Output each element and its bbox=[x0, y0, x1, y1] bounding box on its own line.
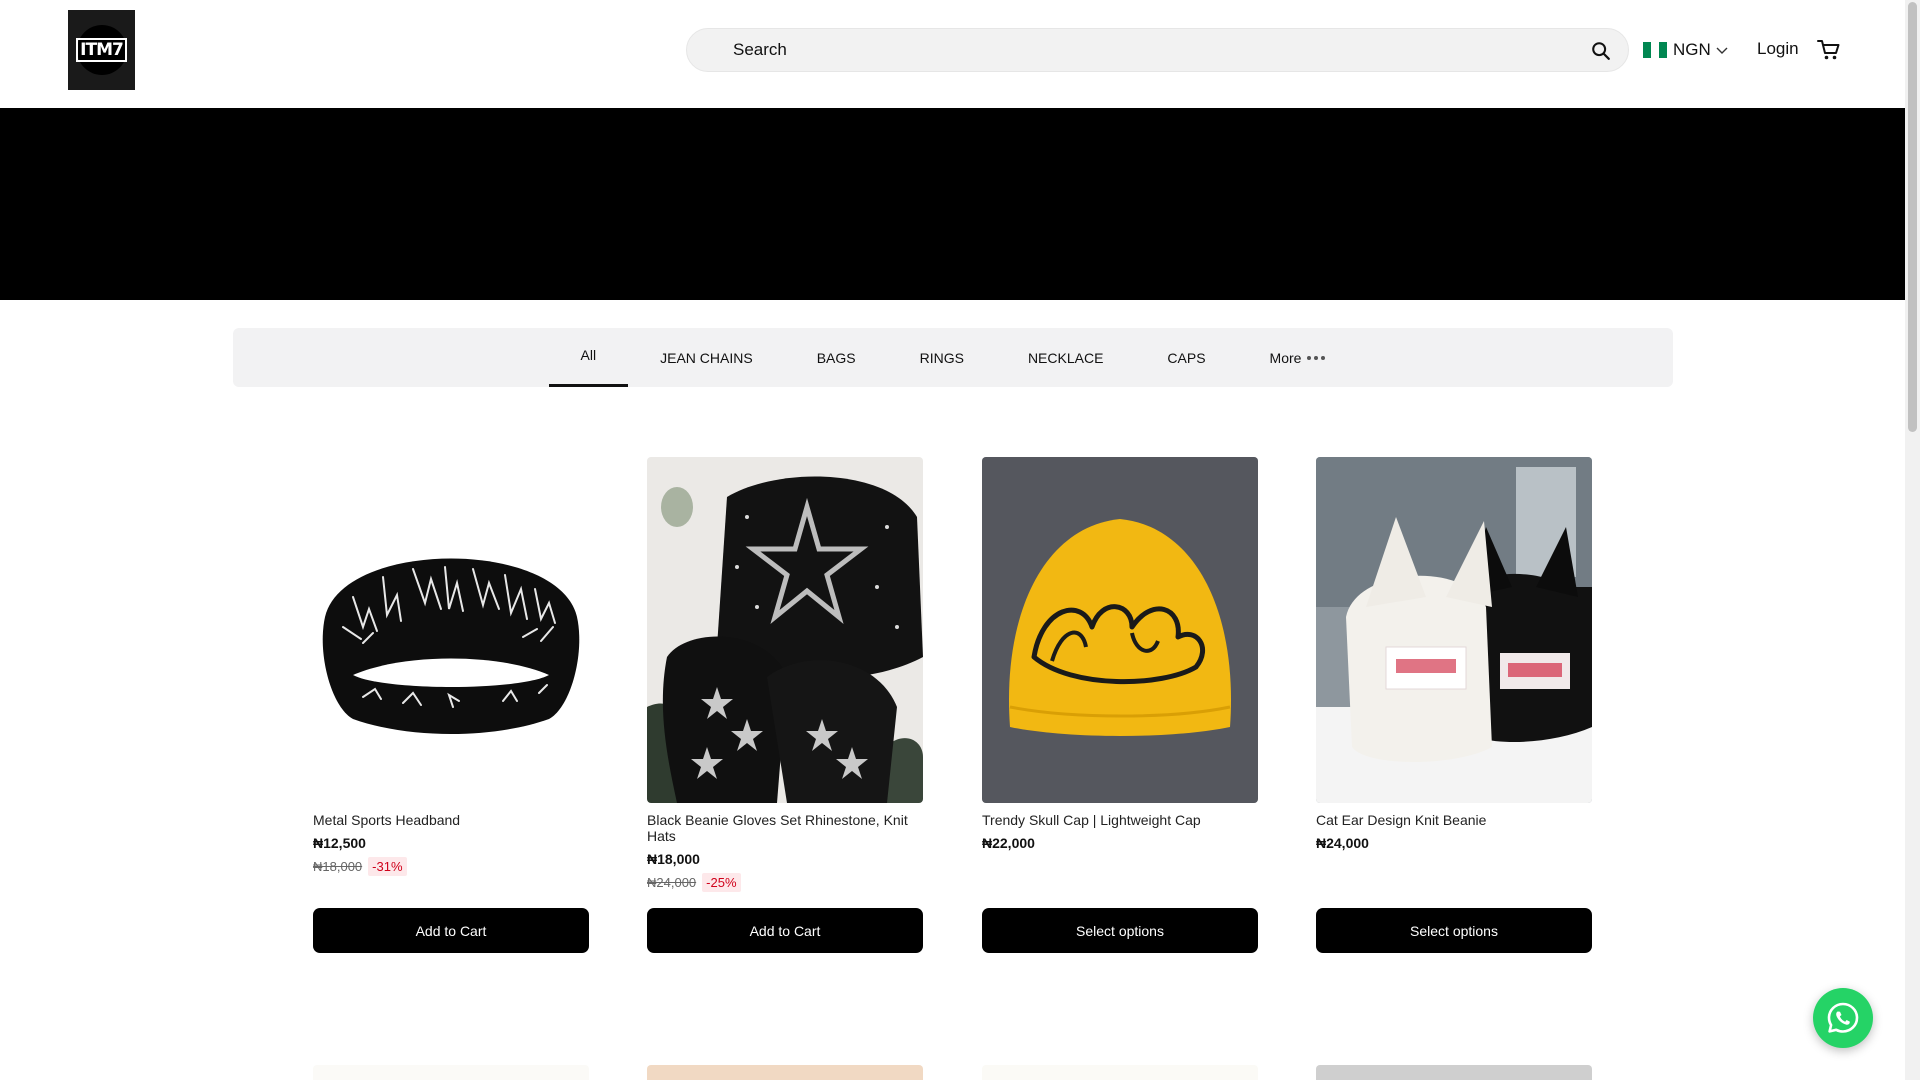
product-price: ₦12,500 bbox=[313, 835, 366, 851]
chevron-down-icon bbox=[1716, 47, 1728, 54]
whatsapp-chat-button[interactable] bbox=[1813, 988, 1873, 1048]
price-discount-row: ₦24,000 -25% bbox=[647, 871, 923, 893]
scrollbar-thumb[interactable] bbox=[1908, 2, 1917, 432]
tab-label: RINGS bbox=[919, 349, 964, 366]
select-options-button[interactable]: Select options bbox=[982, 908, 1258, 953]
beanie-gloves-image bbox=[647, 457, 923, 803]
tab-label: NECKLACE bbox=[1027, 349, 1104, 366]
product-name[interactable]: Black Beanie Gloves Set Rhinestone, Knit… bbox=[647, 812, 923, 844]
tab-rings[interactable]: RINGS bbox=[888, 328, 996, 387]
page-scrollbar[interactable] bbox=[1905, 0, 1920, 1080]
login-link[interactable]: Login bbox=[1757, 39, 1799, 59]
tab-label: JEAN CHAINS bbox=[660, 349, 753, 366]
cart-icon[interactable] bbox=[1816, 37, 1842, 63]
tab-caps[interactable]: CAPS bbox=[1135, 328, 1237, 387]
tab-all[interactable]: All bbox=[548, 328, 629, 387]
product-image-peek[interactable] bbox=[1316, 1065, 1592, 1080]
headband-image bbox=[313, 457, 589, 803]
add-to-cart-button[interactable]: Add to Cart bbox=[313, 908, 589, 953]
product-image-peek[interactable] bbox=[647, 1065, 923, 1080]
product-card: Black Beanie Gloves Set Rhinestone, Knit… bbox=[647, 457, 923, 953]
product-card: Cat Ear Design Knit Beanie ₦24,000 Selec… bbox=[1316, 457, 1592, 953]
tab-necklace[interactable]: NECKLACE bbox=[996, 328, 1135, 387]
tab-label: CAPS bbox=[1167, 349, 1206, 366]
price-discount-row: ₦18,000 -31% bbox=[313, 855, 589, 877]
site-header: ITM7 NGN Login bbox=[0, 0, 1905, 108]
product-price: ₦24,000 bbox=[1316, 835, 1369, 851]
cat-ear-beanie-image bbox=[1316, 457, 1592, 803]
select-options-button[interactable]: Select options bbox=[1316, 908, 1592, 953]
tab-jean-chains[interactable]: JEAN CHAINS bbox=[628, 328, 785, 387]
currency-selector[interactable]: NGN bbox=[1643, 38, 1729, 62]
add-to-cart-button[interactable]: Add to Cart bbox=[647, 908, 923, 953]
search-icon[interactable] bbox=[1590, 40, 1612, 62]
product-image-peek[interactable] bbox=[982, 1065, 1258, 1080]
tab-label: BAGS bbox=[816, 349, 856, 366]
original-price: ₦24,000 bbox=[647, 874, 697, 890]
category-tabs: All JEAN CHAINS BAGS RINGS NECKLACE CAPS… bbox=[233, 328, 1673, 387]
discount-badge: -31% bbox=[368, 856, 407, 876]
logo-badge: ITM7 bbox=[76, 25, 127, 75]
product-name[interactable]: Trendy Skull Cap | Lightweight Cap bbox=[982, 812, 1258, 828]
nigeria-flag-icon bbox=[1643, 42, 1667, 58]
product-name[interactable]: Cat Ear Design Knit Beanie bbox=[1316, 812, 1592, 828]
skull-cap-image bbox=[982, 457, 1258, 803]
product-image[interactable] bbox=[313, 457, 589, 803]
search-bar bbox=[686, 28, 1629, 72]
more-dots-icon bbox=[1307, 355, 1326, 360]
product-card: Metal Sports Headband ₦12,500 ₦18,000 -3… bbox=[313, 457, 589, 953]
product-card: Trendy Skull Cap | Lightweight Cap ₦22,0… bbox=[982, 457, 1258, 953]
currency-label: NGN bbox=[1673, 40, 1711, 59]
product-price: ₦18,000 bbox=[647, 851, 700, 867]
store-logo[interactable]: ITM7 bbox=[68, 10, 135, 90]
search-input[interactable] bbox=[687, 29, 1567, 71]
product-image[interactable] bbox=[647, 457, 923, 803]
logo-text: ITM7 bbox=[76, 38, 127, 62]
product-image-peek[interactable] bbox=[313, 1065, 589, 1080]
hero-banner bbox=[0, 108, 1905, 300]
product-image[interactable] bbox=[982, 457, 1258, 803]
original-price: ₦18,000 bbox=[313, 858, 363, 874]
tab-bags[interactable]: BAGS bbox=[785, 328, 888, 387]
tab-label: More bbox=[1269, 349, 1302, 366]
tab-more[interactable]: More bbox=[1238, 328, 1358, 387]
product-name[interactable]: Metal Sports Headband bbox=[313, 812, 589, 828]
product-image[interactable] bbox=[1316, 457, 1592, 803]
product-price: ₦22,000 bbox=[982, 835, 1035, 851]
tab-label: All bbox=[580, 346, 597, 363]
whatsapp-icon bbox=[1827, 1002, 1859, 1033]
discount-badge: -25% bbox=[702, 872, 741, 892]
